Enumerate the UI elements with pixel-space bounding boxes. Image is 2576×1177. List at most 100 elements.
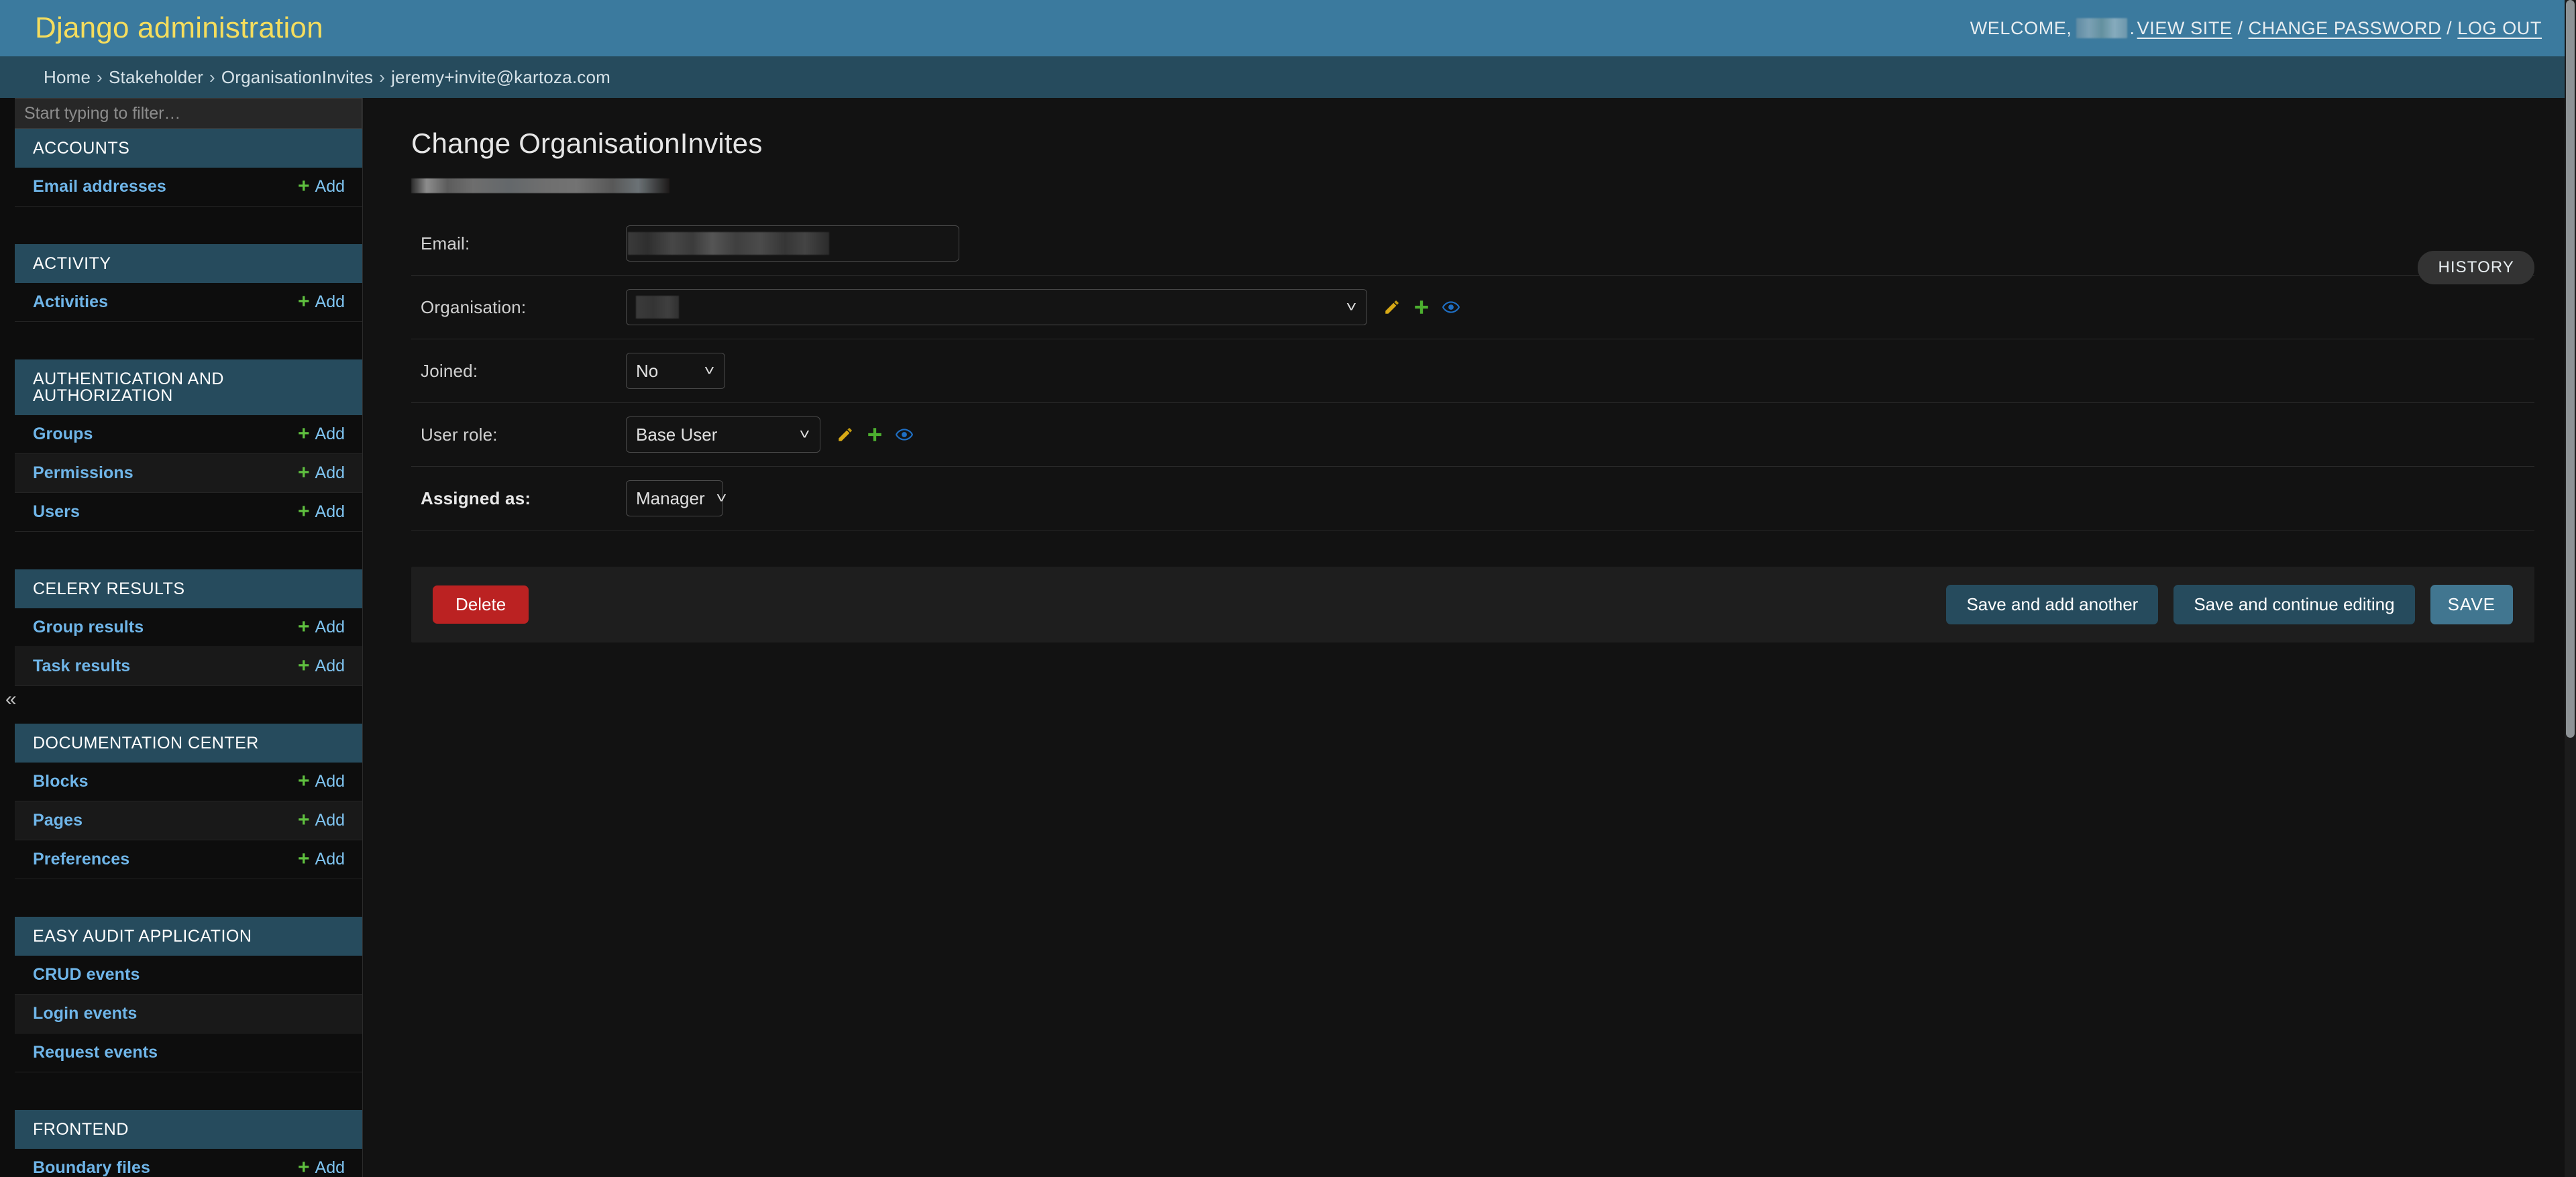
sidebar-add-link[interactable]: + Add: [298, 462, 345, 484]
joined-select[interactable]: No ˅: [626, 353, 725, 389]
plus-icon: +: [297, 808, 310, 831]
assigned-as-label: Assigned as:: [421, 488, 531, 508]
sidebar-item-group-results[interactable]: Group results: [33, 618, 144, 637]
plus-icon: +: [297, 174, 310, 197]
change-password-link[interactable]: CHANGE PASSWORD: [2249, 18, 2442, 39]
save-button[interactable]: SAVE: [2430, 585, 2513, 624]
email-field-area: [626, 225, 959, 262]
breadcrumb-item-stakeholder[interactable]: Stakeholder: [109, 67, 203, 88]
sidebar-item-login-events[interactable]: Login events: [33, 1004, 137, 1023]
email-field[interactable]: [626, 225, 959, 262]
save-and-add-another-button[interactable]: Save and add another: [1946, 585, 2159, 624]
user-role-field-area: Base User ˅: [626, 416, 913, 453]
welcome-period: .: [2129, 17, 2135, 38]
main-container: ACCOUNTSEmail addresses+AddACTIVITYActiv…: [0, 98, 2576, 1177]
sidebar-app-authentication-and-authorization: AUTHENTICATION AND AUTHORIZATION Groups + A…: [15, 359, 362, 532]
plus-icon: +: [297, 615, 310, 638]
plus-icon: +: [297, 847, 310, 870]
sidebar-item-boundary-files[interactable]: Boundary files: [33, 1158, 150, 1177]
sidebar-add-link[interactable]: + Add: [297, 847, 345, 870]
sidebar-add-link[interactable]: + Add: [298, 1157, 345, 1177]
sidebar-item-crud-events[interactable]: CRUD events: [33, 965, 140, 985]
user-role-label: User role:: [421, 424, 498, 445]
sidebar-item-users[interactable]: Users: [33, 502, 80, 522]
sidebar-item-task-results[interactable]: Task results: [33, 657, 130, 676]
assigned-as-select[interactable]: Manager ˅: [626, 480, 727, 516]
sidebar-add-label: Add: [315, 811, 345, 830]
breadcrumb-item-home[interactable]: Home: [44, 67, 91, 88]
sidebar-add-link[interactable]: + Add: [297, 290, 345, 313]
sidebar-app-caption[interactable]: EASY AUDIT APPLICATION: [15, 917, 362, 956]
nav-sidebar: ACCOUNTSEmail addresses+AddACTIVITYActiv…: [0, 98, 363, 1177]
user-role-select[interactable]: Base User ˅: [626, 416, 820, 453]
sidebar-add-link[interactable]: + Add: [297, 174, 345, 197]
sidebar-app-caption[interactable]: DOCUMENTATION CENTER: [15, 724, 362, 763]
user-role-related-widgets: [837, 426, 913, 443]
page-header: Django administration WELCOME, . VIEW SI…: [0, 0, 2576, 56]
sidebar-app-gap: [15, 322, 362, 359]
history-button[interactable]: HISTORY: [2418, 251, 2534, 284]
sidebar-app-easy-audit-application: EASY AUDIT APPLICATION CRUD events Login e…: [15, 917, 362, 1072]
sidebar-app-caption[interactable]: FRONTEND: [15, 1110, 362, 1149]
organisation-label: Organisation:: [421, 296, 527, 317]
breadcrumb-item-current: jeremy+invite@kartoza.com: [391, 66, 610, 87]
add-icon[interactable]: [1413, 298, 1430, 316]
sidebar-model-row: Blocks + Add: [15, 763, 362, 801]
sidebar-add-link[interactable]: + Add: [298, 423, 345, 445]
edit-icon[interactable]: [1383, 298, 1401, 316]
sidebar-add-link[interactable]: + Add: [297, 808, 345, 831]
page-scrollbar[interactable]: [2565, 0, 2576, 1177]
sidebar-model-row: Email addresses + Add: [15, 168, 362, 207]
form-row-user-role: User role: Base User ˅: [411, 403, 2534, 467]
joined-label: Joined:: [421, 360, 478, 381]
view-site-link[interactable]: VIEW SITE: [2137, 18, 2233, 39]
chevron-down-icon: ˅: [799, 426, 810, 443]
breadcrumb-separator: ›: [379, 66, 386, 87]
edit-icon[interactable]: [837, 426, 854, 443]
view-icon[interactable]: [1442, 298, 1460, 316]
plus-icon: +: [297, 290, 310, 313]
sidebar-collapse-toggle[interactable]: «: [1, 688, 21, 711]
sidebar-filter-input[interactable]: [15, 98, 362, 129]
save-and-continue-editing-button[interactable]: Save and continue editing: [2174, 585, 2415, 624]
organisation-select[interactable]: ˅: [626, 289, 1367, 325]
sidebar-item-email-addresses[interactable]: Email addresses: [33, 177, 166, 197]
sidebar-item-activities[interactable]: Activities: [33, 292, 108, 312]
form-row-organisation: Organisation: ˅: [411, 276, 2534, 339]
sidebar-add-link[interactable]: + Add: [298, 655, 345, 677]
sidebar-model-row: Pages + Add: [15, 801, 362, 840]
view-icon[interactable]: [896, 426, 913, 443]
sidebar-app-caption[interactable]: CELERY RESULTS: [15, 569, 362, 608]
sidebar-model-row: Boundary files + Add: [15, 1149, 362, 1177]
sidebar-app-caption[interactable]: ACTIVITY: [15, 244, 362, 283]
sidebar-model-row: Request events: [15, 1033, 362, 1072]
sidebar-item-blocks[interactable]: Blocks: [33, 772, 89, 791]
add-icon[interactable]: [866, 426, 883, 443]
sidebar-app-caption[interactable]: AUTHENTICATION AND AUTHORIZATION: [15, 359, 362, 415]
sidebar-item-preferences[interactable]: Preferences: [33, 850, 129, 869]
sidebar-app-caption[interactable]: ACCOUNTS: [15, 129, 362, 168]
breadcrumb-item-organisationinvites[interactable]: OrganisationInvites: [221, 67, 373, 88]
sidebar-item-groups[interactable]: Groups: [33, 425, 93, 444]
object-tools: HISTORY: [2418, 251, 2534, 284]
sidebar-add-link[interactable]: + Add: [297, 500, 345, 522]
form-row-joined: Joined: No ˅: [411, 339, 2534, 403]
sidebar-add-link[interactable]: + Add: [298, 771, 345, 792]
page-scrollbar-thumb[interactable]: [2566, 0, 2575, 738]
welcome-label: WELCOME,: [1970, 17, 2072, 38]
email-value-redacted: [628, 232, 829, 255]
log-out-link[interactable]: LOG OUT: [2457, 18, 2542, 39]
object-tools-item: HISTORY: [2418, 251, 2534, 284]
sidebar-add-label: Add: [315, 657, 345, 675]
delete-button[interactable]: Delete: [433, 585, 529, 624]
sidebar-item-permissions[interactable]: Permissions: [33, 463, 133, 483]
sidebar-app-list: ACCOUNTS Email addresses + Add ACTIVITY Activ…: [15, 129, 362, 1177]
plus-icon: +: [297, 500, 310, 522]
assigned-as-value: Manager: [636, 488, 705, 508]
form-fieldset: Email: Organisation: ˅ Joined: No ˅ User…: [411, 212, 2534, 530]
sidebar-add-link[interactable]: + Add: [297, 615, 345, 638]
sidebar-model-row: Users + Add: [15, 493, 362, 532]
chevron-down-icon: ˅: [704, 362, 715, 379]
sidebar-item-request-events[interactable]: Request events: [33, 1043, 158, 1062]
sidebar-item-pages[interactable]: Pages: [33, 811, 83, 830]
